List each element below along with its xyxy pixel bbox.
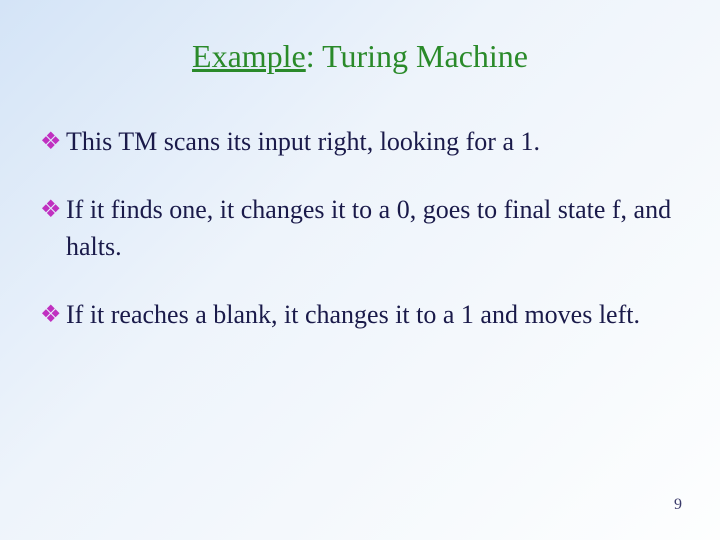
diamond-bullet-icon: ❖ <box>40 125 66 160</box>
diamond-bullet-icon: ❖ <box>40 193 66 228</box>
diamond-bullet-icon: ❖ <box>40 298 66 333</box>
list-item: ❖ This TM scans its input right, looking… <box>40 123 680 161</box>
bullet-text: If it reaches a blank, it changes it to … <box>66 296 680 334</box>
title-rest: : Turing Machine <box>306 38 528 74</box>
title-underlined-word: Example <box>192 38 306 74</box>
page-number: 9 <box>674 496 682 514</box>
slide-title: Example: Turing Machine <box>0 0 720 75</box>
slide-body: ❖ This TM scans its input right, looking… <box>0 75 720 334</box>
bullet-text: If it finds one, it changes it to a 0, g… <box>66 191 680 266</box>
list-item: ❖ If it reaches a blank, it changes it t… <box>40 296 680 334</box>
list-item: ❖ If it finds one, it changes it to a 0,… <box>40 191 680 266</box>
slide: Example: Turing Machine ❖ This TM scans … <box>0 0 720 540</box>
bullet-text: This TM scans its input right, looking f… <box>66 123 680 161</box>
